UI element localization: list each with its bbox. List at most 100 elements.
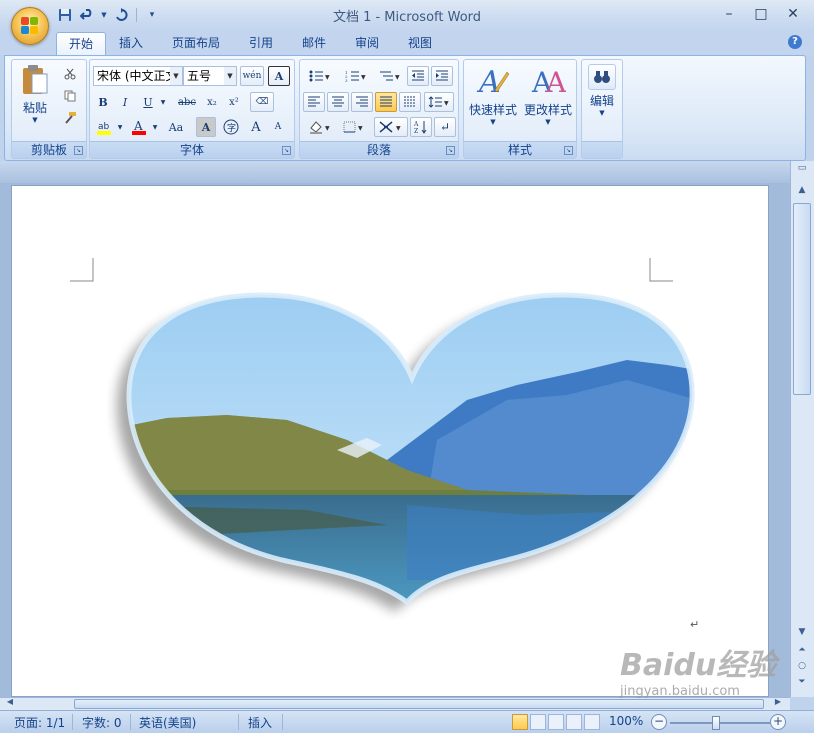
office-button[interactable]: [11, 7, 49, 45]
quick-styles-button[interactable]: A 快速样式 ▼: [467, 64, 519, 136]
copy-icon[interactable]: [60, 86, 80, 106]
svg-text:A: A: [414, 121, 419, 128]
paste-dropdown-icon[interactable]: ▼: [16, 116, 54, 124]
justify-icon[interactable]: [375, 92, 397, 112]
numbering-icon[interactable]: 1 2 3 ▼: [339, 66, 373, 86]
strikethrough-button[interactable]: abc: [174, 92, 200, 112]
zoom-in-button[interactable]: +: [770, 714, 786, 730]
increase-indent-icon[interactable]: [431, 66, 453, 86]
zoom-slider[interactable]: [670, 716, 770, 730]
font-name-dropdown-icon[interactable]: ▼: [170, 67, 182, 85]
change-case-button[interactable]: Aa: [162, 117, 190, 137]
font-size-combo[interactable]: 五号 ▼: [183, 66, 237, 86]
ruler-toggle-icon[interactable]: ▭: [793, 163, 811, 177]
bold-button[interactable]: B: [93, 92, 113, 112]
tab-review[interactable]: 审阅: [343, 32, 391, 55]
font-name-combo[interactable]: 宋体 (中文正文) ▼: [93, 66, 183, 86]
scroll-down-icon[interactable]: ▼: [793, 627, 811, 641]
help-icon[interactable]: ?: [788, 35, 802, 49]
close-button[interactable]: ✕: [780, 4, 806, 24]
tab-insert[interactable]: 插入: [107, 32, 155, 55]
decrease-indent-icon[interactable]: [407, 66, 429, 86]
multilevel-list-icon[interactable]: ▼: [375, 66, 405, 86]
highlight-color-button[interactable]: ab: [93, 117, 115, 137]
borders-icon[interactable]: ▼: [339, 117, 369, 137]
cut-icon[interactable]: [60, 64, 80, 84]
zoom-slider-knob[interactable]: [712, 716, 720, 730]
editing-dropdown-icon[interactable]: ▼: [585, 109, 619, 117]
zoom-out-button[interactable]: −: [651, 714, 667, 730]
styles-launcher-icon[interactable]: ↘: [564, 146, 573, 155]
web-layout-view-icon[interactable]: [548, 714, 564, 730]
minimize-button[interactable]: –: [716, 4, 742, 24]
draft-view-icon[interactable]: [584, 714, 600, 730]
word-count[interactable]: 字数: 0: [82, 714, 122, 731]
insert-mode-indicator[interactable]: 插入: [248, 714, 272, 731]
sort-icon[interactable]: AZ: [410, 117, 432, 137]
full-screen-reading-view-icon[interactable]: [530, 714, 546, 730]
font-color-button[interactable]: A: [128, 117, 150, 137]
svg-text:Z: Z: [414, 128, 418, 134]
horizontal-scroll-thumb[interactable]: [74, 699, 764, 709]
bullets-icon[interactable]: ▼: [303, 66, 337, 86]
distributed-icon[interactable]: [399, 92, 421, 112]
font-color-dropdown-icon[interactable]: ▼: [150, 117, 160, 137]
zoom-level[interactable]: 100%: [609, 714, 643, 728]
scroll-left-icon[interactable]: ◀: [4, 697, 16, 706]
svg-text:ab: ab: [98, 122, 110, 132]
next-page-icon[interactable]: ⏷: [793, 677, 811, 691]
outline-view-icon[interactable]: [566, 714, 582, 730]
phonetic-guide-icon[interactable]: wén: [240, 66, 264, 86]
quick-styles-dropdown-icon[interactable]: ▼: [467, 118, 519, 126]
vertical-scroll-thumb[interactable]: [793, 203, 811, 395]
paragraph-group: ▼ 1 2 3 ▼ ▼ ▼ ▼ ▼ ▼ A Z ↵ 段落 ↘: [299, 59, 459, 159]
format-painter-icon[interactable]: [60, 108, 80, 128]
crop-mark-top-left: [70, 258, 94, 282]
previous-page-icon[interactable]: ⏶: [793, 645, 811, 659]
paste-button[interactable]: 粘贴 ▼: [16, 64, 54, 136]
scroll-up-icon[interactable]: ▲: [793, 185, 811, 199]
show-marks-icon[interactable]: ↵: [434, 117, 456, 137]
underline-button[interactable]: U: [138, 92, 158, 112]
align-center-icon[interactable]: [327, 92, 349, 112]
page-count[interactable]: 页面: 1/1: [14, 714, 65, 731]
subscript-button[interactable]: x₂: [202, 92, 222, 112]
watermark-url: jingyan.baidu.com: [620, 684, 740, 699]
superscript-button[interactable]: x²: [224, 92, 244, 112]
italic-button[interactable]: I: [115, 92, 135, 112]
clear-formatting-icon[interactable]: ⌫: [250, 92, 274, 112]
align-right-icon[interactable]: [351, 92, 373, 112]
chinese-layout-icon[interactable]: ▼: [374, 117, 408, 137]
change-styles-button[interactable]: A A 更改样式 ▼: [522, 64, 574, 136]
change-styles-icon: A A: [531, 66, 567, 99]
character-shading-icon[interactable]: A: [196, 117, 216, 137]
select-browse-object-icon[interactable]: ○: [793, 661, 811, 675]
tab-mailings[interactable]: 邮件: [290, 32, 338, 55]
editing-button[interactable]: 编辑 ▼: [585, 64, 619, 136]
language-indicator[interactable]: 英语(美国): [139, 714, 196, 731]
shading-icon[interactable]: ▼: [303, 117, 337, 137]
heart-picture[interactable]: [107, 290, 697, 620]
ribbon: 粘贴 ▼ 剪贴板 ↘ 宋体 (中文正文) ▼ 五号 ▼ wén A B I U …: [4, 55, 806, 161]
tab-page-layout[interactable]: 页面布局: [160, 32, 232, 55]
highlight-dropdown-icon[interactable]: ▼: [115, 117, 125, 137]
clipboard-launcher-icon[interactable]: ↘: [74, 146, 83, 155]
font-launcher-icon[interactable]: ↘: [282, 146, 291, 155]
document-page[interactable]: ↵: [11, 185, 769, 697]
character-border-icon[interactable]: A: [268, 66, 290, 86]
font-size-dropdown-icon[interactable]: ▼: [224, 67, 236, 85]
grow-font-button[interactable]: A: [246, 117, 266, 137]
paragraph-launcher-icon[interactable]: ↘: [446, 146, 455, 155]
shrink-font-button[interactable]: A: [268, 117, 288, 137]
underline-dropdown-icon[interactable]: ▼: [158, 92, 168, 112]
enclose-characters-icon[interactable]: 字: [220, 117, 242, 137]
vertical-scrollbar[interactable]: ▭ ▲ ▼ ⏶ ○ ⏷: [790, 161, 814, 697]
maximize-button[interactable]: □: [748, 4, 774, 24]
tab-view[interactable]: 视图: [396, 32, 444, 55]
tab-references[interactable]: 引用: [237, 32, 285, 55]
change-styles-dropdown-icon[interactable]: ▼: [522, 118, 574, 126]
align-left-icon[interactable]: [303, 92, 325, 112]
line-spacing-icon[interactable]: ▼: [424, 92, 454, 112]
print-layout-view-icon[interactable]: [512, 714, 528, 730]
tab-home[interactable]: 开始: [56, 32, 107, 55]
